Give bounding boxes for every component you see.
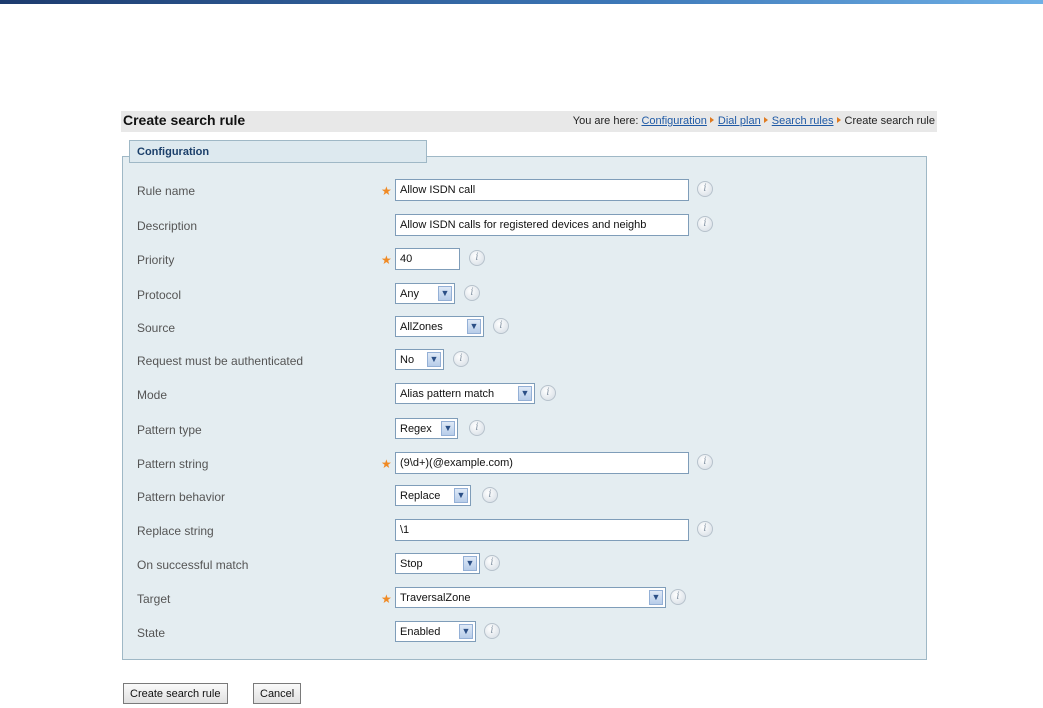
info-icon[interactable]: i [464, 285, 480, 301]
request-authenticated-value: No [400, 354, 415, 366]
row-pattern-string: Pattern string ★ (9\d+)(@example.com) i [122, 452, 927, 476]
page-title: Create search rule [123, 112, 246, 128]
info-icon[interactable]: i [469, 250, 485, 266]
required-star-icon: ★ [381, 592, 392, 606]
protocol-label: Protocol [137, 288, 182, 302]
info-icon[interactable]: i [697, 521, 713, 537]
chevron-down-icon[interactable]: ▼ [454, 488, 468, 503]
pattern-string-label: Pattern string [137, 457, 209, 471]
breadcrumb: You are here: Configuration Dial plan Sear… [573, 115, 935, 127]
row-source: Source AllZones ▼ i [122, 316, 927, 340]
breadcrumb-arrow-icon [836, 117, 841, 123]
rule-name-input[interactable]: Allow ISDN call [395, 179, 689, 201]
breadcrumb-search-rules[interactable]: Search rules [772, 115, 834, 127]
description-input[interactable]: Allow ISDN calls for registered devices … [395, 214, 689, 236]
state-select[interactable]: Enabled ▼ [395, 621, 476, 642]
source-select[interactable]: AllZones ▼ [395, 316, 484, 337]
cancel-button[interactable]: Cancel [253, 683, 302, 704]
pattern-behavior-select[interactable]: Replace ▼ [395, 485, 471, 506]
top-accent-bar [0, 0, 1043, 4]
required-star-icon: ★ [381, 457, 392, 471]
pattern-behavior-value: Replace [400, 490, 441, 502]
chevron-down-icon[interactable]: ▼ [463, 556, 477, 571]
chevron-down-icon[interactable]: ▼ [438, 286, 452, 301]
target-value: TraversalZone [400, 592, 471, 604]
mode-label: Mode [137, 388, 168, 402]
mode-value: Alias pattern match [400, 388, 495, 400]
chevron-down-icon[interactable]: ▼ [518, 386, 532, 401]
replace-string-label: Replace string [137, 524, 214, 538]
info-icon[interactable]: i [469, 420, 485, 436]
breadcrumb-dial-plan[interactable]: Dial plan [718, 115, 761, 127]
state-value: Enabled [400, 626, 441, 638]
on-successful-match-value: Stop [400, 558, 423, 570]
rule-name-label: Rule name [137, 184, 196, 198]
breadcrumb-configuration[interactable]: Configuration [641, 115, 706, 127]
description-label: Description [137, 219, 198, 233]
replace-string-input[interactable]: \1 [395, 519, 689, 541]
pattern-string-input[interactable]: (9\d+)(@example.com) [395, 452, 689, 474]
info-icon[interactable]: i [453, 351, 469, 367]
row-on-successful-match: On successful match Stop ▼ i [122, 553, 927, 577]
pattern-behavior-label: Pattern behavior [137, 490, 226, 504]
row-request-authenticated: Request must be authenticated No ▼ i [122, 349, 927, 373]
row-target: Target ★ TraversalZone ▼ i [122, 587, 927, 611]
chevron-down-icon[interactable]: ▼ [649, 590, 663, 605]
row-rule-name: Rule name ★ Allow ISDN call i [122, 179, 927, 203]
info-icon[interactable]: i [484, 555, 500, 571]
breadcrumb-arrow-icon [709, 117, 714, 123]
pattern-type-label: Pattern type [137, 423, 202, 437]
pattern-type-value: Regex [400, 423, 432, 435]
breadcrumb-arrow-icon [763, 117, 768, 123]
chevron-down-icon[interactable]: ▼ [467, 319, 481, 334]
info-icon[interactable]: i [493, 318, 509, 334]
on-successful-match-label: On successful match [137, 558, 249, 572]
source-label: Source [137, 321, 176, 335]
row-replace-string: Replace string \1 i [122, 519, 927, 543]
breadcrumb-current: Create search rule [844, 115, 936, 127]
info-icon[interactable]: i [484, 623, 500, 639]
row-priority: Priority ★ 40 i [122, 248, 927, 272]
target-label: Target [137, 592, 171, 606]
breadcrumb-prefix: You are here: [572, 115, 639, 127]
on-successful-match-select[interactable]: Stop ▼ [395, 553, 480, 574]
required-star-icon: ★ [381, 184, 392, 198]
chevron-down-icon[interactable]: ▼ [441, 421, 455, 436]
row-pattern-type: Pattern type Regex ▼ i [122, 418, 927, 442]
info-icon[interactable]: i [670, 589, 686, 605]
info-icon[interactable]: i [697, 454, 713, 470]
protocol-select[interactable]: Any ▼ [395, 283, 455, 304]
protocol-value: Any [400, 288, 419, 300]
chevron-down-icon[interactable]: ▼ [427, 352, 441, 367]
info-icon[interactable]: i [540, 385, 556, 401]
mode-select[interactable]: Alias pattern match ▼ [395, 383, 535, 404]
priority-input[interactable]: 40 [395, 248, 460, 270]
row-state: State Enabled ▼ i [122, 621, 927, 645]
info-icon[interactable]: i [697, 181, 713, 197]
row-pattern-behavior: Pattern behavior Replace ▼ i [122, 485, 927, 509]
chevron-down-icon[interactable]: ▼ [459, 624, 473, 639]
info-icon[interactable]: i [697, 216, 713, 232]
info-icon[interactable]: i [482, 487, 498, 503]
required-star-icon: ★ [381, 253, 392, 267]
configuration-panel-title: Configuration [129, 140, 427, 163]
page-header: Create search rule You are here: Configu… [121, 111, 937, 132]
create-search-rule-button[interactable]: Create search rule [123, 683, 228, 704]
request-authenticated-select[interactable]: No ▼ [395, 349, 444, 370]
source-value: AllZones [400, 321, 443, 333]
row-description: Description Allow ISDN calls for registe… [122, 214, 927, 238]
row-protocol: Protocol Any ▼ i [122, 283, 927, 307]
request-authenticated-label: Request must be authenticated [137, 354, 304, 368]
target-select[interactable]: TraversalZone ▼ [395, 587, 666, 608]
state-label: State [137, 626, 166, 640]
priority-label: Priority [137, 253, 175, 267]
row-mode: Mode Alias pattern match ▼ i [122, 383, 927, 407]
pattern-type-select[interactable]: Regex ▼ [395, 418, 458, 439]
